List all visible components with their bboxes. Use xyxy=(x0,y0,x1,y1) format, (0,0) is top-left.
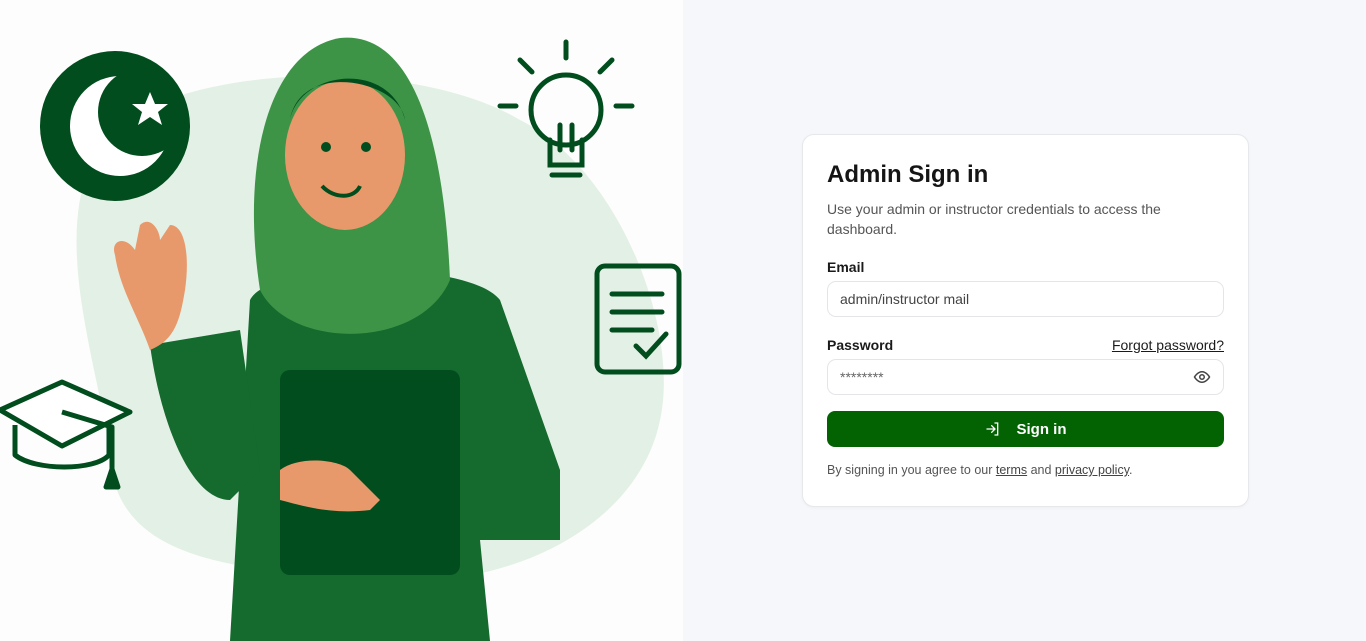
privacy-policy-link[interactable]: privacy policy xyxy=(1055,463,1129,477)
email-label: Email xyxy=(827,259,865,275)
illustration-panel xyxy=(0,0,683,641)
email-field-wrapper xyxy=(827,281,1224,317)
terms-and: and xyxy=(1027,463,1055,477)
eye-icon[interactable] xyxy=(1193,368,1211,386)
woman-waving-illustration xyxy=(0,37,682,641)
terms-prefix: By signing in you agree to our xyxy=(827,463,996,477)
page-title: Admin Sign in xyxy=(827,161,989,188)
signin-card: Admin Sign in Use your admin or instruct… xyxy=(802,134,1249,507)
signin-panel: Admin Sign in Use your admin or instruct… xyxy=(683,0,1366,641)
password-field-wrapper xyxy=(827,359,1224,395)
forgot-password-link[interactable]: Forgot password? xyxy=(1112,337,1224,353)
login-icon xyxy=(985,422,998,436)
sign-in-button[interactable]: Sign in xyxy=(827,411,1224,447)
crescent-star-icon xyxy=(40,51,190,201)
subtitle: Use your admin or instructor credentials… xyxy=(827,201,1161,237)
email-field[interactable] xyxy=(840,291,1211,307)
password-label: Password xyxy=(827,337,894,353)
terms-suffix: . xyxy=(1129,463,1133,477)
password-field[interactable] xyxy=(840,369,1193,385)
sign-in-label: Sign in xyxy=(1016,420,1067,438)
terms-notice: By signing in you agree to our terms and… xyxy=(827,463,1224,477)
terms-link[interactable]: terms xyxy=(996,463,1027,477)
